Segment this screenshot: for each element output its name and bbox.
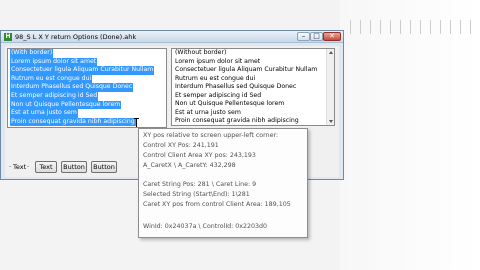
- background-window-edges: [350, 20, 480, 40]
- text-line: Et semper adipiscing id Sed: [175, 91, 262, 99]
- selected-text-line: (With border): [10, 49, 54, 58]
- edit-with-border[interactable]: (With border) Lorem ipsum dolor sit amet…: [7, 48, 167, 128]
- vertical-scrollbar[interactable]: [326, 49, 334, 125]
- scroll-up-arrow-icon[interactable]: [329, 51, 333, 54]
- text-line: (Without border): [175, 49, 227, 56]
- tooltip-line: WinId: 0x24037a \ ControlId: 0x2203d0: [143, 223, 268, 230]
- maximize-button[interactable]: □: [310, 32, 323, 41]
- text-label-dot: ·: [27, 163, 30, 171]
- minimize-button[interactable]: –: [297, 32, 310, 41]
- text-line: Est at urna justo sem: [175, 108, 241, 116]
- ibeam-cursor-icon: [134, 118, 139, 127]
- tooltip-line: XY pos relative to screen upper-left cor…: [143, 132, 279, 139]
- selected-text-line: Proin consequat gravida nibh adipiscing: [10, 117, 136, 127]
- selected-text-line: Est at urna justo sem: [10, 109, 78, 118]
- title-bar[interactable]: H 98_S L X Y return Options (Done).ahk –…: [1, 31, 343, 43]
- tooltip-line: Selected String (Start\End): 1\281: [143, 191, 250, 198]
- text-line: Consectetuer ligula Aliquam Curabitur Nu…: [175, 66, 318, 73]
- button-2[interactable]: Button: [91, 161, 117, 173]
- selected-text-line: Consectetuer ligula Aliquam Curabitur Nu…: [10, 66, 155, 75]
- desktop-background: [340, 0, 480, 270]
- text-line: Lorem ipsum dolor sit amet: [175, 57, 261, 65]
- text-line: Rutrum eu est congue dui: [175, 74, 256, 82]
- tooltip-line: A_CaretX \ A_CaretY: 432,298: [143, 162, 236, 169]
- text-label-value: Text: [13, 163, 27, 171]
- selected-text-line: Lorem ipsum dolor sit amet: [10, 57, 98, 67]
- text-button[interactable]: Text: [35, 161, 57, 173]
- autohotkey-icon: H: [4, 33, 12, 41]
- window-title: 98_S L X Y return Options (Done).ahk: [15, 33, 137, 41]
- close-button[interactable]: ✕: [323, 32, 341, 41]
- edit-without-border[interactable]: (Without border) Lorem ipsum dolor sit a…: [171, 48, 335, 126]
- selected-text-line: Interdum Phasellus sed Quisque Donec: [10, 83, 134, 92]
- text-line: Interdum Phasellus sed Quisque Donec: [175, 83, 297, 90]
- button-1[interactable]: Button: [61, 161, 87, 173]
- selected-text-line: Non ut Quisque Pellentesque lorem: [10, 100, 122, 110]
- text-line: Proin consequat gravida nibh adipiscing: [175, 117, 299, 124]
- selected-text-line: Et semper adipiscing id Sed: [10, 91, 99, 101]
- tooltip-line: Caret XY pos from control Client Area: 1…: [143, 201, 291, 208]
- tooltip-line: Control Client Area XY pos: 243,193: [143, 152, 256, 159]
- caret-info-tooltip: XY pos relative to screen upper-left cor…: [138, 128, 308, 238]
- selected-text-line: Rutrum eu est congue dui: [10, 74, 93, 84]
- tooltip-line: Caret String Pos: 281 \ Caret Line: 9: [143, 181, 257, 188]
- text-label: ·: [9, 163, 12, 171]
- tooltip-line: Control XY Pos: 241,191: [143, 142, 219, 149]
- text-line: Non ut Quisque Pellentesque lorem: [175, 100, 285, 107]
- scroll-down-arrow-icon[interactable]: [329, 120, 333, 123]
